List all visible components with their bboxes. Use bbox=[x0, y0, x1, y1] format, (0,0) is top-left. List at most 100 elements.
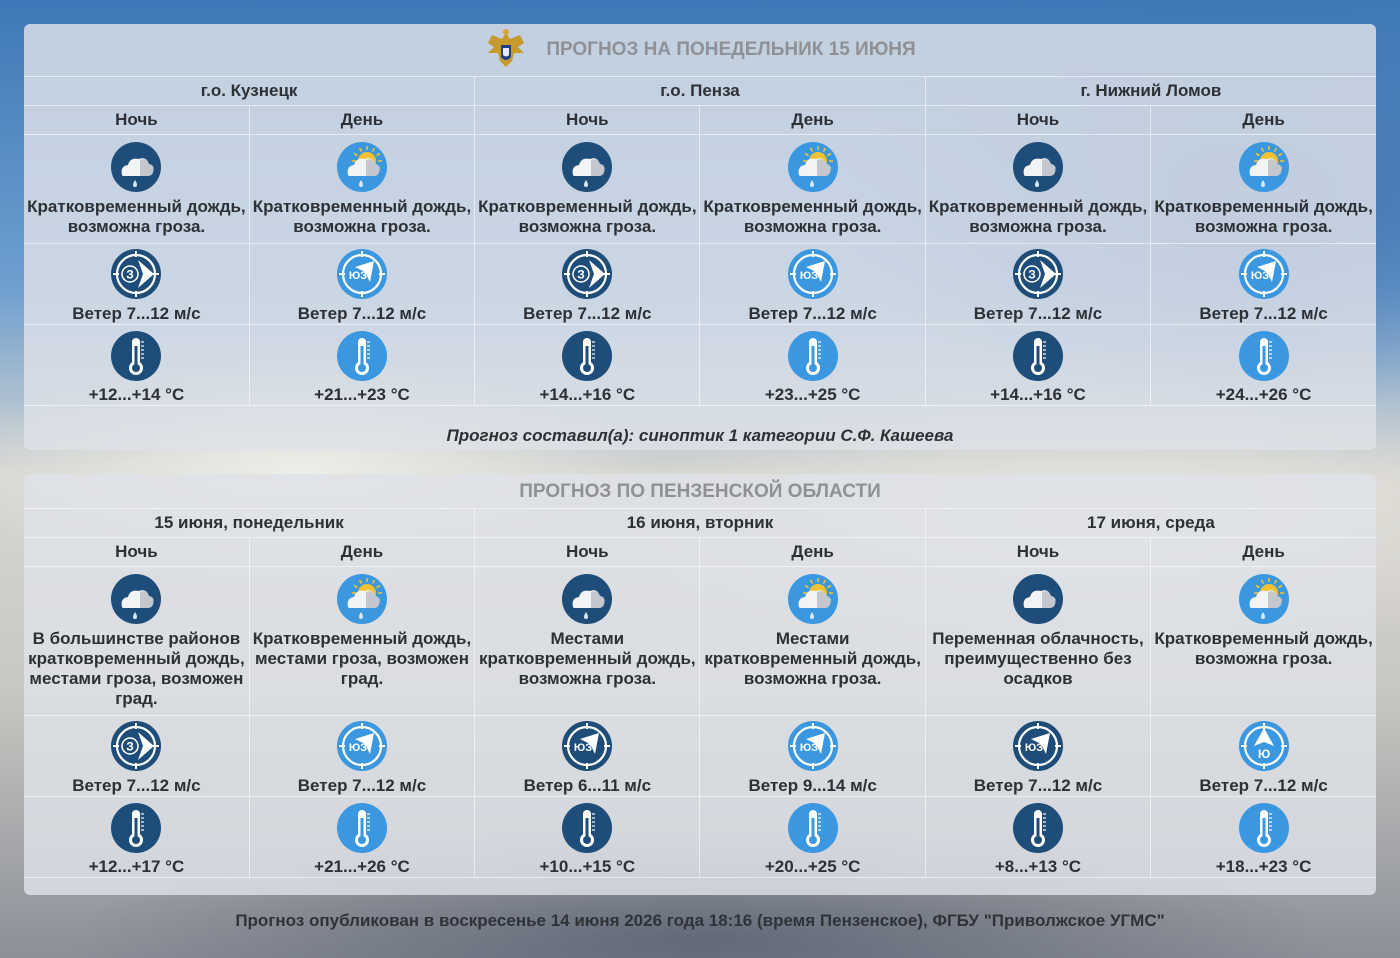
wind-compass-icon: З bbox=[561, 248, 613, 300]
sun-cloud-rain-icon bbox=[1238, 141, 1290, 193]
period-label: День bbox=[248, 105, 476, 135]
weather-cell: Кратковременный дождь, возможна гроза. bbox=[474, 134, 701, 244]
temperature-cell: +10...+15 °C bbox=[474, 796, 701, 878]
temperature-range: +14...+16 °C bbox=[539, 385, 636, 404]
cloud-rain-icon bbox=[110, 573, 162, 625]
forecast-panel-region: ПРОГНОЗ ПО ПЕНЗЕНСКОЙ ОБЛАСТИ 15 июня, п… bbox=[24, 474, 1376, 895]
thermometer-icon bbox=[110, 330, 162, 382]
weather-description: Кратковременный дождь, возможна гроза. bbox=[27, 197, 246, 236]
temperature-range: +8...+13 °C bbox=[994, 857, 1082, 876]
thermometer-icon bbox=[110, 802, 162, 854]
weather-description: Кратковременный дождь, возможна гроза. bbox=[252, 197, 472, 236]
wind-speed: Ветер 7...12 м/с bbox=[297, 776, 427, 795]
period-label: День bbox=[699, 537, 926, 567]
wind-cell: З Ветер 7...12 м/с bbox=[24, 715, 250, 797]
location-header: 16 июня, вторник bbox=[474, 508, 926, 538]
forecast-author: Прогноз составил(а): синоптик 1 категори… bbox=[446, 426, 954, 445]
wind-compass-icon: ЮЗ bbox=[336, 720, 388, 772]
location-header: г. Нижний Ломов bbox=[924, 76, 1376, 106]
weather-cell: Кратковременный дождь, возможна гроза. bbox=[1150, 566, 1376, 716]
sun-cloud-rain-icon bbox=[336, 141, 388, 193]
wind-cell: ЮЗ Ветер 9...14 м/с bbox=[699, 715, 926, 797]
weather-description: Местами кратковременный дождь, возможна … bbox=[479, 629, 696, 688]
thermometer-icon bbox=[787, 802, 839, 854]
svg-text:ЮЗ: ЮЗ bbox=[800, 270, 818, 282]
svg-text:З: З bbox=[1028, 268, 1036, 282]
page-title: ПРОГНОЗ НА ПОНЕДЕЛЬНИК 15 ИЮНЯ bbox=[546, 39, 916, 60]
weather-description: Кратковременный дождь, возможна гроза. bbox=[1154, 197, 1373, 236]
temperature-cell: +12...+17 °C bbox=[24, 796, 250, 878]
svg-text:ЮЗ: ЮЗ bbox=[1025, 742, 1043, 754]
temperature-cell: +21...+23 °C bbox=[248, 324, 476, 406]
weather-description: Кратковременный дождь, возможна гроза. bbox=[1154, 629, 1373, 668]
period-label: День bbox=[248, 537, 476, 567]
weather-cell: Местами кратковременный дождь, возможна … bbox=[699, 566, 926, 716]
wind-cell: ЮЗ Ветер 7...12 м/с bbox=[248, 715, 476, 797]
period-label: Ночь bbox=[24, 105, 250, 135]
weather-cell: Кратковременный дождь, возможна гроза. bbox=[924, 134, 1152, 244]
wind-compass-icon: ЮЗ bbox=[336, 248, 388, 300]
svg-text:ЮЗ: ЮЗ bbox=[1250, 270, 1268, 282]
forecast-table-region: 15 июня, понедельник 16 июня, вторник 17 и… bbox=[24, 508, 1376, 878]
temperature-cell: +8...+13 °C bbox=[924, 796, 1152, 878]
temperature-range: +18...+23 °C bbox=[1215, 857, 1312, 876]
period-label: Ночь bbox=[924, 105, 1152, 135]
weather-description: Местами кратковременный дождь, возможна … bbox=[704, 629, 921, 688]
thermometer-icon bbox=[1238, 330, 1290, 382]
wind-compass-icon: З bbox=[1012, 248, 1064, 300]
sun-cloud-rain-icon bbox=[787, 573, 839, 625]
temperature-range: +24...+26 °C bbox=[1215, 385, 1312, 404]
temperature-range: +12...+17 °C bbox=[88, 857, 185, 876]
svg-text:ЮЗ: ЮЗ bbox=[574, 742, 592, 754]
period-label: Ночь bbox=[24, 537, 250, 567]
weather-cell: Местами кратковременный дождь, возможна … bbox=[474, 566, 701, 716]
wind-cell: З Ветер 7...12 м/с bbox=[24, 243, 250, 325]
cloud-icon bbox=[1012, 573, 1064, 625]
temperature-range: +12...+14 °C bbox=[88, 385, 185, 404]
temperature-range: +21...+26 °C bbox=[314, 857, 410, 876]
emblem-icon bbox=[488, 29, 525, 67]
cloud-rain-icon bbox=[561, 141, 613, 193]
weather-description: Кратковременный дождь, возможна гроза. bbox=[703, 197, 922, 236]
wind-cell: ЮЗ Ветер 7...12 м/с bbox=[1150, 243, 1376, 325]
weather-description: В большинстве районов кратковременный до… bbox=[28, 629, 245, 708]
temperature-cell: +21...+26 °C bbox=[248, 796, 476, 878]
cloud-rain-icon bbox=[1012, 141, 1064, 193]
panel-title-row: ПРОГНОЗ НА ПОНЕДЕЛЬНИК 15 ИЮНЯ bbox=[24, 24, 1376, 76]
wind-speed: Ветер 7...12 м/с bbox=[748, 304, 877, 323]
weather-cell: Переменная облачность, преимущественно б… bbox=[924, 566, 1152, 716]
period-label: День bbox=[1150, 537, 1376, 567]
weather-cell: Кратковременный дождь, возможна гроза. bbox=[24, 134, 250, 244]
svg-text:З: З bbox=[127, 268, 135, 282]
location-header: г.о. Кузнецк bbox=[24, 76, 476, 106]
weather-cell: Кратковременный дождь, местами гроза, во… bbox=[248, 566, 476, 716]
svg-text:Ю: Ю bbox=[1257, 747, 1269, 761]
forecast-panel-cities: ПРОГНОЗ НА ПОНЕДЕЛЬНИК 15 ИЮНЯ г.о. Кузн… bbox=[24, 24, 1376, 450]
svg-text:З: З bbox=[127, 740, 135, 754]
temperature-cell: +14...+16 °C bbox=[474, 324, 701, 406]
wind-cell: З Ветер 7...12 м/с bbox=[474, 243, 701, 325]
thermometer-icon bbox=[561, 330, 613, 382]
publication-footer: Прогноз опубликован в воскресенье 14 июн… bbox=[235, 911, 1165, 930]
wind-speed: Ветер 6...11 м/с bbox=[523, 776, 652, 795]
thermometer-icon bbox=[1012, 802, 1064, 854]
cloud-rain-icon bbox=[110, 141, 162, 193]
wind-compass-icon: З bbox=[110, 248, 162, 300]
temperature-cell: +24...+26 °C bbox=[1150, 324, 1376, 406]
temperature-range: +23...+25 °C bbox=[764, 385, 861, 404]
svg-text:ЮЗ: ЮЗ bbox=[800, 742, 818, 754]
panel-title-row: ПРОГНОЗ ПО ПЕНЗЕНСКОЙ ОБЛАСТИ bbox=[24, 474, 1376, 508]
temperature-cell: +23...+25 °C bbox=[699, 324, 926, 406]
sun-cloud-rain-icon bbox=[787, 141, 839, 193]
thermometer-icon bbox=[561, 802, 613, 854]
thermometer-icon bbox=[336, 802, 388, 854]
temperature-cell: +18...+23 °C bbox=[1150, 796, 1376, 878]
wind-cell: ЮЗ Ветер 7...12 м/с bbox=[924, 715, 1152, 797]
wind-speed: Ветер 7...12 м/с bbox=[523, 304, 652, 323]
location-header: 17 июня, среда bbox=[924, 508, 1376, 538]
location-header: 15 июня, понедельник bbox=[24, 508, 476, 538]
cloud-rain-icon bbox=[561, 573, 613, 625]
wind-compass-icon: ЮЗ bbox=[787, 720, 839, 772]
period-label: Ночь bbox=[474, 537, 701, 567]
weather-description: Переменная облачность, преимущественно б… bbox=[932, 629, 1144, 688]
